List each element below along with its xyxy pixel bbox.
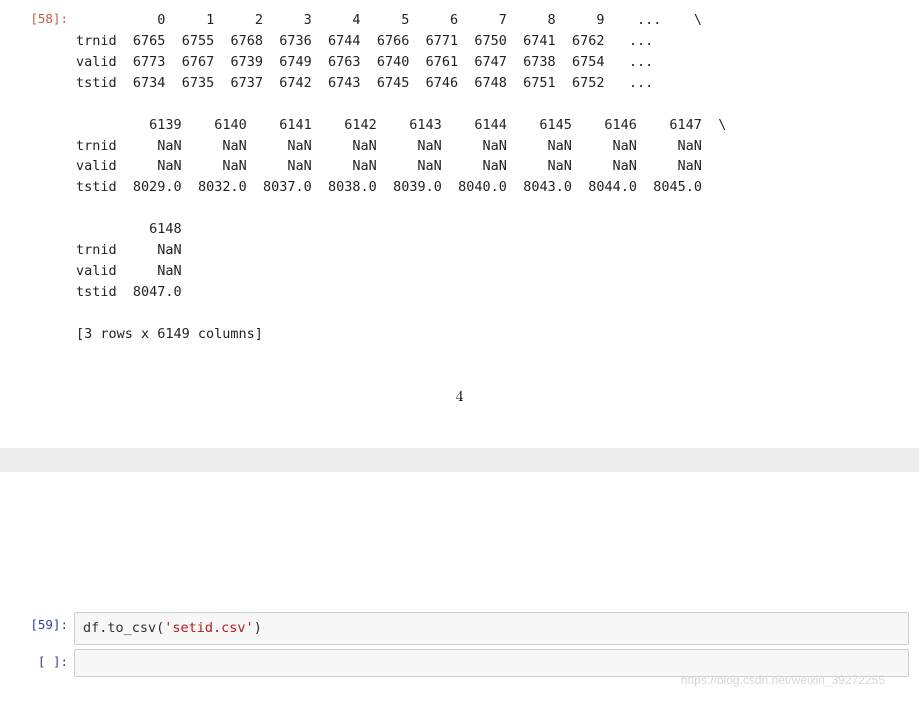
input-cell-59: [59]: df.to_csv('setid.csv') (0, 612, 919, 645)
code-input-blank[interactable] (74, 649, 909, 677)
output-58-text: 0 1 2 3 4 5 6 7 8 9 ... \ trnid 6765 675… (74, 6, 909, 349)
page-number: 4 (0, 349, 919, 448)
input-prompt-59: [59]: (10, 612, 74, 645)
code-input-59[interactable]: df.to_csv('setid.csv') (74, 612, 909, 645)
input-prompt-blank: [ ]: (10, 649, 74, 677)
output-prompt-58: [58]: (10, 6, 74, 349)
output-cell-58: [58]: 0 1 2 3 4 5 6 7 8 9 ... \ trnid 67… (0, 6, 919, 349)
input-cell-blank: [ ]: (0, 649, 919, 677)
page-separator (0, 448, 919, 472)
